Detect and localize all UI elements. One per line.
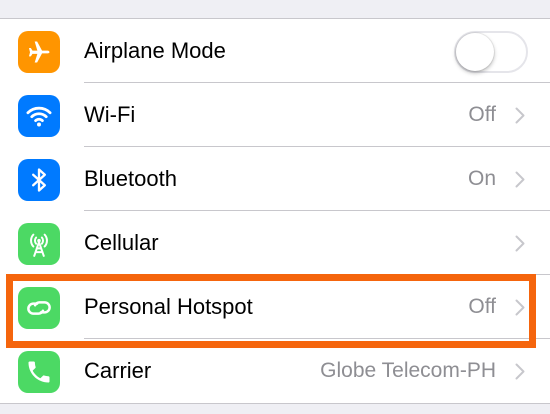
phone-icon xyxy=(18,351,60,393)
settings-row-label: Bluetooth xyxy=(84,166,177,191)
settings-row-label: Airplane Mode xyxy=(84,38,226,63)
top-band xyxy=(0,0,550,19)
settings-row-personal-hotspot[interactable]: Personal Hotspot Off xyxy=(0,275,550,339)
settings-row-label: Personal Hotspot xyxy=(84,294,253,319)
chevron-right-icon xyxy=(515,299,525,316)
settings-row-label: Wi-Fi xyxy=(84,102,136,127)
bottom-band xyxy=(0,403,550,414)
settings-row-value: On xyxy=(467,167,496,190)
toggle-knob xyxy=(456,33,494,71)
settings-row-wifi[interactable]: Wi-Fi Off xyxy=(0,83,550,147)
settings-row-label: Cellular xyxy=(84,230,159,255)
settings-group: Airplane Mode Wi-Fi Off Bluetooth On Cel… xyxy=(0,19,550,403)
settings-row-value: Off xyxy=(468,103,496,126)
settings-row-cellular[interactable]: Cellular xyxy=(0,211,550,275)
chevron-right-icon xyxy=(515,235,525,252)
settings-row-value: Globe Telecom-PH xyxy=(320,359,496,382)
cellular-icon xyxy=(18,223,60,265)
chevron-right-icon xyxy=(515,363,525,380)
hotspot-icon xyxy=(18,287,60,329)
settings-row-label: Carrier xyxy=(84,358,152,383)
settings-row-bluetooth[interactable]: Bluetooth On xyxy=(0,147,550,211)
airplane-mode-toggle[interactable] xyxy=(454,31,528,73)
settings-row-carrier[interactable]: Carrier Globe Telecom-PH xyxy=(0,339,550,403)
wifi-icon xyxy=(18,95,60,137)
chevron-right-icon xyxy=(515,107,525,124)
bluetooth-icon xyxy=(18,159,60,201)
chevron-right-icon xyxy=(515,171,525,188)
settings-row-value: Off xyxy=(468,295,496,318)
settings-row-airplane-mode[interactable]: Airplane Mode xyxy=(0,19,550,83)
airplane-icon xyxy=(18,31,60,73)
